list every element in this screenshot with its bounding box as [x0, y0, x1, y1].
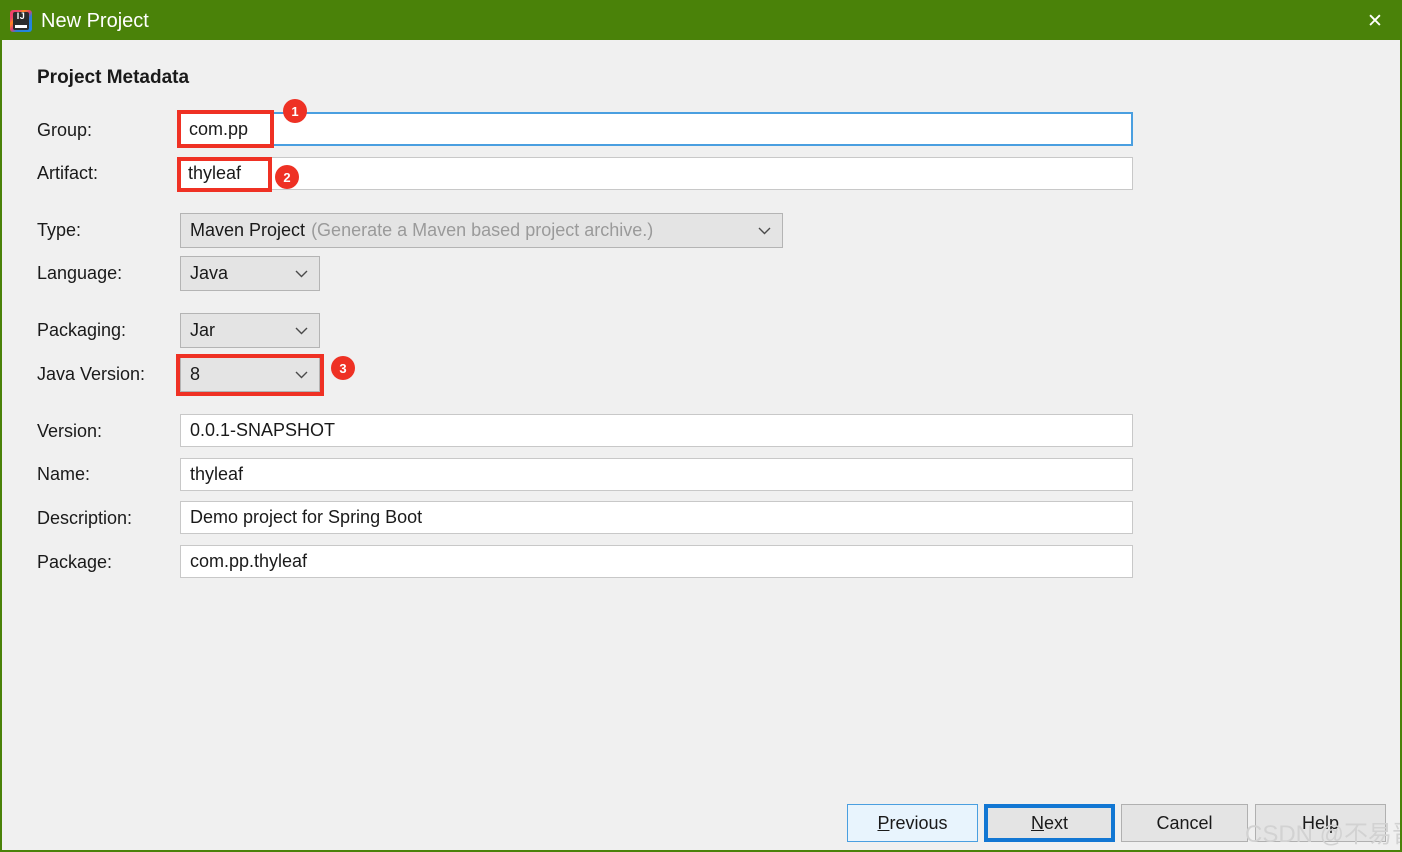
- intellij-idea-icon: IJ: [10, 10, 32, 32]
- type-combo[interactable]: Maven Project (Generate a Maven based pr…: [180, 213, 783, 248]
- close-icon: ✕: [1367, 10, 1383, 32]
- group-field[interactable]: com.pp: [178, 112, 1133, 146]
- previous-button[interactable]: Previous: [847, 804, 978, 842]
- artifact-field[interactable]: thyleaf: [178, 157, 1133, 190]
- packaging-combo[interactable]: Jar: [180, 313, 320, 348]
- help-button-label: Help: [1301, 812, 1340, 833]
- java-version-combo[interactable]: 8: [180, 357, 320, 392]
- version-field[interactable]: 0.0.1-SNAPSHOT: [180, 414, 1133, 447]
- chevron-down-icon: [295, 270, 308, 278]
- annotation-badge-2: 2: [275, 165, 299, 189]
- next-button[interactable]: Next: [984, 804, 1115, 842]
- type-label: Type:: [37, 220, 82, 240]
- type-value: Maven Project: [190, 220, 306, 240]
- packaging-label: Packaging:: [37, 320, 127, 340]
- help-button[interactable]: Help: [1255, 804, 1386, 842]
- artifact-label: Artifact:: [37, 163, 99, 183]
- package-field[interactable]: com.pp.thyleaf: [180, 545, 1133, 578]
- group-label: Group:: [37, 120, 93, 140]
- page-title: Project Metadata: [37, 67, 190, 88]
- packaging-value: Jar: [190, 320, 216, 340]
- chevron-down-icon: [295, 327, 308, 335]
- close-button[interactable]: ✕: [1346, 2, 1400, 40]
- java-version-value: 8: [190, 364, 201, 384]
- new-project-dialog: IJ New Project ✕ Project Metadata Group:…: [0, 0, 1402, 852]
- version-label: Version:: [37, 421, 103, 441]
- cancel-button[interactable]: Cancel: [1121, 804, 1248, 842]
- cancel-button-label: Cancel: [1156, 812, 1213, 833]
- language-label: Language:: [37, 263, 123, 283]
- language-value: Java: [190, 263, 229, 283]
- previous-button-label: Previous: [877, 812, 948, 833]
- package-label: Package:: [37, 552, 113, 572]
- name-label: Name:: [37, 464, 91, 484]
- annotation-badge-1: 1: [283, 99, 307, 123]
- window-title: New Project: [41, 10, 149, 32]
- dialog-content: Project Metadata Group: com.pp Artifact:…: [4, 40, 1400, 850]
- language-combo[interactable]: Java: [180, 256, 320, 291]
- next-button-label: Next: [1030, 812, 1068, 833]
- annotation-badge-3: 3: [331, 356, 355, 380]
- chevron-down-icon: [295, 371, 308, 379]
- java-version-label: Java Version:: [37, 364, 146, 384]
- name-field[interactable]: thyleaf: [180, 458, 1133, 491]
- type-hint: (Generate a Maven based project archive.…: [311, 220, 654, 240]
- app-icon-label: IJ: [16, 11, 26, 21]
- title-bar: IJ New Project ✕: [2, 2, 1400, 40]
- description-label: Description:: [37, 508, 133, 528]
- description-field[interactable]: Demo project for Spring Boot: [180, 501, 1133, 534]
- chevron-down-icon: [758, 227, 771, 235]
